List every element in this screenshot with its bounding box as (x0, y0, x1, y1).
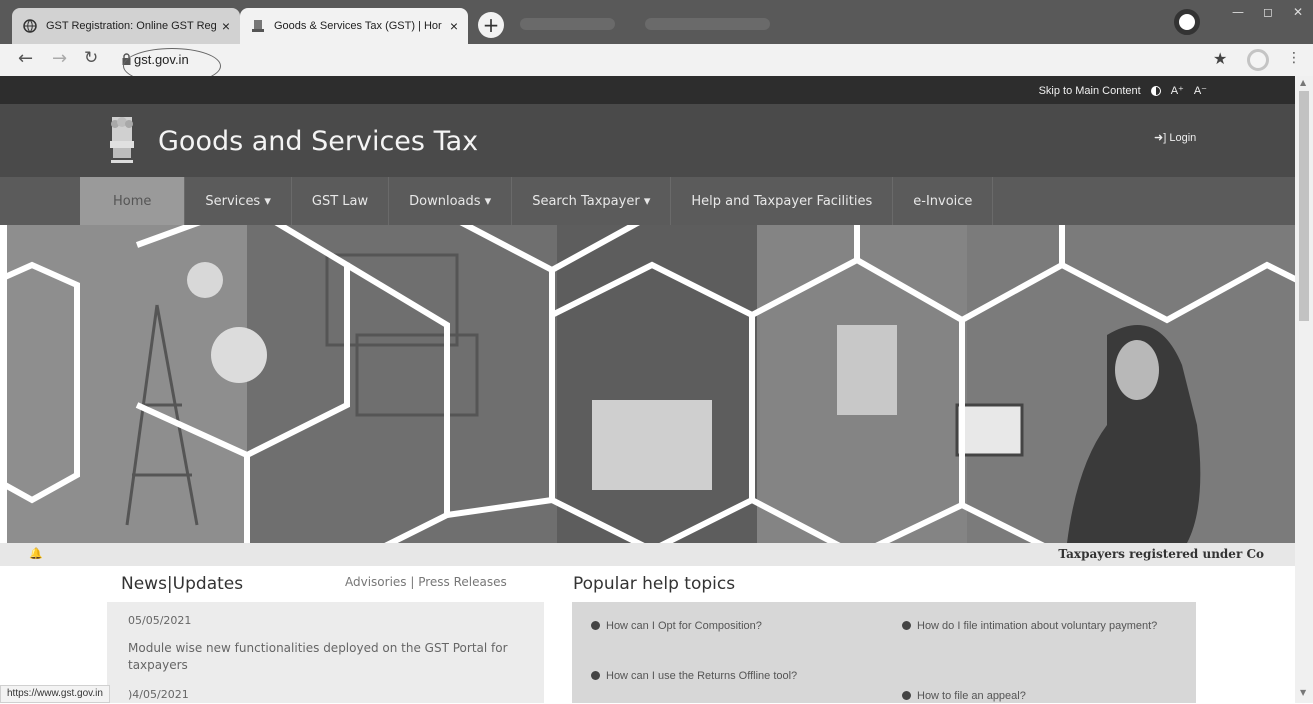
site-header: Goods and Services Tax ➜] Login (0, 104, 1295, 177)
arrow-circle-icon (902, 691, 911, 700)
site-title[interactable]: Goods and Services Tax (158, 126, 478, 157)
help-topic-link[interactable]: How can I use the Returns Offline tool? (591, 668, 797, 684)
nav-home[interactable]: Home (80, 177, 186, 225)
minimize-icon[interactable]: — (1223, 5, 1253, 19)
font-increase-button[interactable]: A⁺ (1171, 84, 1184, 97)
nav-downloads[interactable]: Downloads ▾ (389, 177, 513, 225)
browser-tab-gst-registration[interactable]: GST Registration: Online GST Reg × (12, 8, 240, 44)
news-item-link[interactable]: Module wise new functionalities deployed… (128, 640, 508, 674)
emblem-favicon-icon (250, 18, 266, 34)
help-topic-link[interactable]: How can I Opt for Composition? (591, 618, 762, 634)
nav-search-taxpayer[interactable]: Search Taxpayer ▾ (512, 177, 672, 225)
news-updates-heading: News|Updates (121, 574, 244, 594)
login-icon: ➜] (1154, 132, 1170, 144)
national-emblem-logo[interactable] (105, 114, 139, 166)
nav-services[interactable]: Services ▾ (185, 177, 292, 225)
close-window-icon[interactable]: ✕ (1283, 5, 1313, 19)
popular-help-heading: Popular help topics (573, 574, 736, 594)
status-bar-url: https://www.gst.gov.in (0, 685, 110, 703)
back-arrow-icon[interactable]: ← (18, 48, 33, 69)
nav-e-invoice[interactable]: e-Invoice (893, 177, 994, 225)
scroll-up-arrow-icon[interactable]: ▲ (1300, 78, 1306, 87)
close-tab-icon[interactable]: × (222, 18, 230, 34)
tab-title: Goods & Services Tax (GST) | Hor (274, 20, 442, 32)
announcement-ticker: 🔔 Taxpayers registered under Co (0, 543, 1295, 566)
main-navigation: Home Services ▾ GST Law Downloads ▾ Search T… (0, 177, 1295, 225)
main-menu: Home Services ▾ GST Law Downloads ▾ Search T… (80, 177, 994, 225)
advisories-press-releases-links[interactable]: Advisories | Press Releases (345, 575, 507, 589)
blurred-tab-strip (520, 18, 615, 30)
contrast-icon[interactable] (1150, 85, 1161, 96)
reload-icon[interactable]: ↻ (84, 48, 98, 68)
arrow-circle-icon (591, 671, 600, 680)
news-date: 05/05/2021 (128, 614, 192, 627)
login-link[interactable]: ➜] Login (1154, 131, 1196, 144)
bell-icon: 🔔 (29, 547, 43, 560)
globe-icon (22, 18, 38, 34)
kebab-menu-icon[interactable]: ⋮ (1287, 50, 1301, 66)
forward-arrow-icon[interactable]: → (52, 48, 67, 69)
news-date: )4/05/2021 (128, 688, 189, 701)
help-topic-link[interactable]: How to file an appeal? (902, 688, 1026, 704)
tab-title: GST Registration: Online GST Reg (46, 20, 216, 32)
window-controls: — ◻ ✕ (1208, 0, 1313, 24)
bookmark-star-icon[interactable]: ★ (1213, 49, 1227, 68)
font-decrease-button[interactable]: A⁻ (1194, 84, 1207, 97)
maximize-icon[interactable]: ◻ (1253, 5, 1283, 19)
page-scrollbar[interactable]: ▲ ▼ (1295, 76, 1313, 703)
arrow-circle-icon (902, 621, 911, 630)
browser-tab-gst-home[interactable]: Goods & Services Tax (GST) | Hor × (240, 8, 468, 44)
blurred-tab-strip (645, 18, 770, 30)
browser-tab-bar: GST Registration: Online GST Reg × Goods… (0, 0, 1313, 44)
arrow-circle-icon (591, 621, 600, 630)
new-tab-button[interactable]: + (478, 12, 504, 38)
close-tab-icon[interactable]: × (450, 18, 458, 34)
hero-banner-image (7, 225, 1295, 543)
profile-avatar[interactable] (1174, 9, 1200, 35)
skip-to-main-link[interactable]: Skip to Main Content (1039, 85, 1141, 97)
help-topic-link[interactable]: How do I file intimation about voluntary… (902, 618, 1172, 634)
scroll-down-arrow-icon[interactable]: ▼ (1300, 688, 1306, 697)
nav-gst-law[interactable]: GST Law (292, 177, 390, 225)
address-bar[interactable]: gst.gov.in (108, 48, 1208, 72)
extension-icon[interactable] (1247, 49, 1269, 71)
accessibility-strip: Skip to Main Content A⁺ A⁻ (0, 76, 1295, 104)
scrollbar-thumb[interactable] (1299, 91, 1309, 321)
nav-help[interactable]: Help and Taxpayer Facilities (671, 177, 894, 225)
ticker-text[interactable]: Taxpayers registered under Co (1058, 547, 1264, 561)
